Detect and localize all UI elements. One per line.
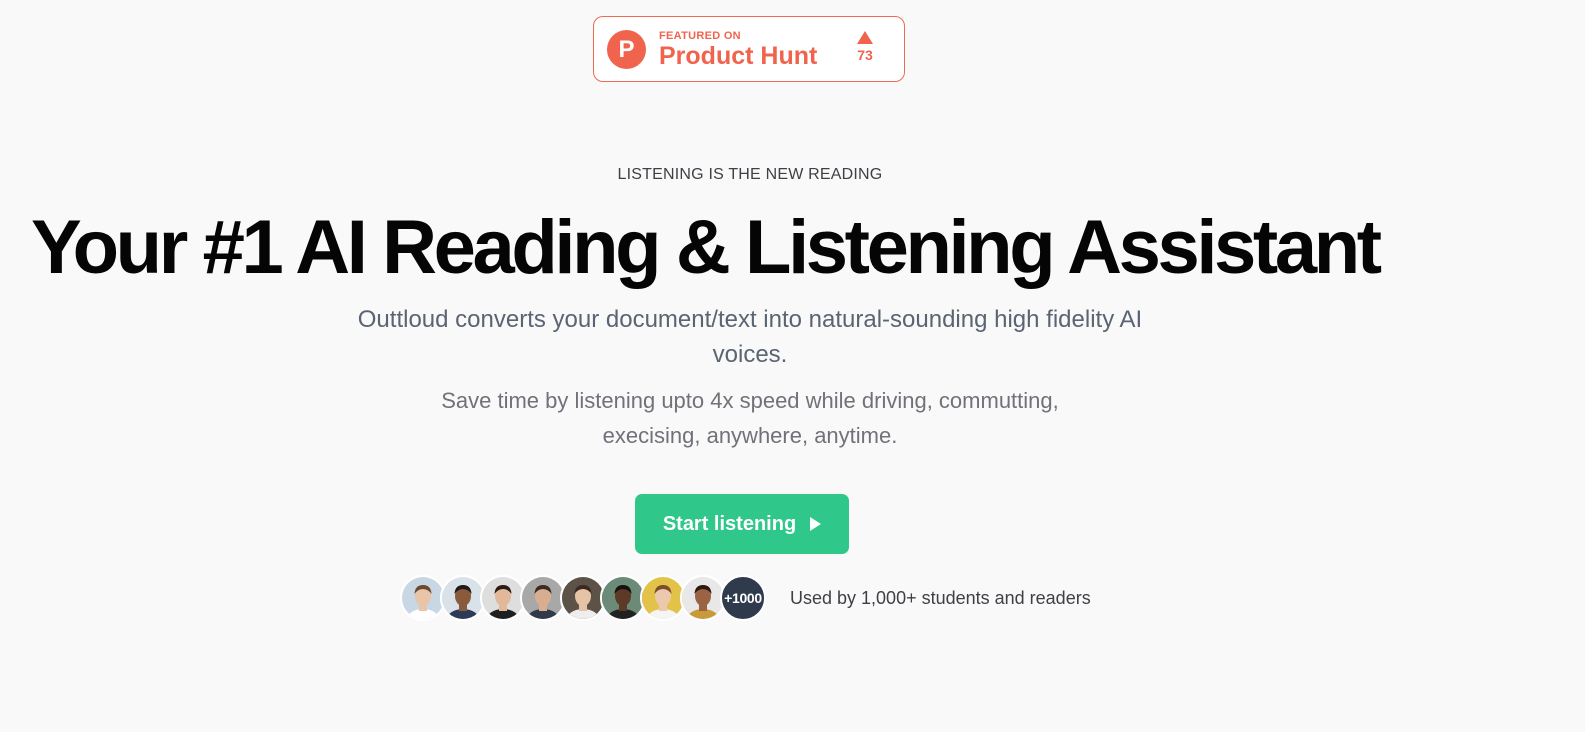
vote-count-number: 73 [857,47,873,63]
hero-subtitle: Outtloud converts your document/text int… [357,306,1143,368]
product-hunt-badge[interactable]: P FEATURED ON Product Hunt 73 [593,16,905,82]
product-hunt-text: FEATURED ON Product Hunt [659,30,817,70]
start-listening-button[interactable]: Start listening [635,494,849,554]
play-icon [810,517,822,531]
hero-headline: Your #1 AI Reading & Listening Assistant [31,205,1382,290]
more-users-badge: +1000 [720,575,766,621]
vote-count: 73 [850,31,880,62]
upvote-triangle-icon [857,31,873,44]
product-hunt-name: Product Hunt [659,42,818,70]
hero-eyebrow: LISTENING IS THE NEW READING [617,166,883,183]
start-listening-label: Start listening [662,512,797,535]
social-proof-text: Used by 1,000+ students and readers [790,588,1091,608]
featured-label: FEATURED ON [659,30,741,42]
product-hunt-logo-icon: P [607,30,646,69]
hero-description: Save time by listening upto 4x speed whi… [441,388,1059,448]
